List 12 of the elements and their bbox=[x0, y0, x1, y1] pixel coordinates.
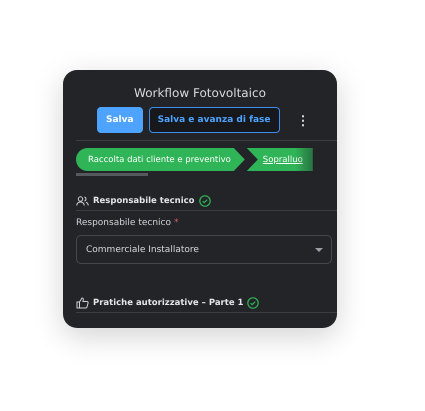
caret-icon bbox=[315, 248, 323, 252]
users-icon bbox=[76, 196, 89, 206]
scrollbar[interactable] bbox=[76, 173, 148, 176]
window-title: Workflow Fotovoltaico bbox=[133, 86, 267, 100]
required-mark: * bbox=[174, 218, 178, 228]
more-menu-button[interactable]: ⋮ bbox=[294, 112, 313, 128]
thumbs-up-icon bbox=[76, 297, 89, 309]
select-field[interactable]: Commerciale Installatore bbox=[76, 235, 332, 264]
section-title: Responsabile tecnico bbox=[93, 196, 194, 206]
save-advance-button[interactable]: Salva e avanza di fase bbox=[148, 107, 280, 133]
field-label: Responsabile tecnico bbox=[76, 218, 171, 228]
section-title: Pratiche autorizzative – Parte 1 bbox=[93, 298, 244, 308]
